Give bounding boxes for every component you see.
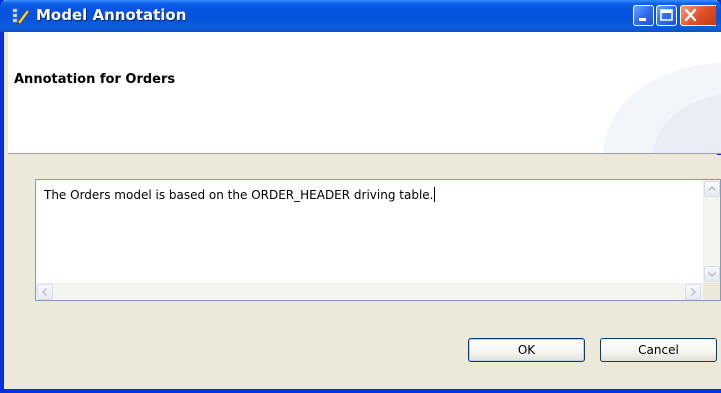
dialog-window: Model Annotation Annotation for Orders T…: [0, 0, 721, 393]
chevron-down-icon: [707, 271, 717, 278]
scroll-left-button[interactable]: [37, 284, 53, 300]
title-bar[interactable]: Model Annotation: [0, 0, 721, 32]
horizontal-scrollbar[interactable]: [36, 283, 703, 300]
maximize-button[interactable]: [656, 5, 677, 26]
chevron-right-icon: [690, 287, 697, 297]
scrollbar-corner: [703, 283, 720, 300]
cancel-button[interactable]: Cancel: [600, 338, 717, 362]
close-button[interactable]: [680, 5, 716, 26]
header-title: Annotation for Orders: [14, 72, 176, 87]
minimize-button[interactable]: [633, 5, 654, 26]
ok-button[interactable]: OK: [468, 338, 585, 362]
scroll-right-button[interactable]: [685, 284, 701, 300]
scroll-up-button[interactable]: [704, 181, 720, 197]
model-annotation-icon: [12, 7, 30, 25]
close-icon: [684, 8, 697, 22]
vertical-scrollbar[interactable]: [703, 180, 720, 284]
banner-decoration: [602, 62, 721, 153]
maximize-icon: [660, 9, 673, 21]
annotation-text[interactable]: The Orders model is based on the ORDER_H…: [44, 187, 436, 202]
minimize-icon: [639, 18, 646, 21]
annotation-text-value: The Orders model is based on the ORDER_H…: [44, 188, 434, 202]
chevron-left-icon: [41, 287, 48, 297]
dialog-header: Annotation for Orders: [8, 32, 721, 154]
window-title: Model Annotation: [36, 6, 187, 24]
annotation-textarea[interactable]: The Orders model is based on the ORDER_H…: [35, 179, 721, 301]
text-caret: [434, 187, 436, 202]
dialog-body: The Orders model is based on the ORDER_H…: [8, 155, 721, 389]
chevron-up-icon: [707, 185, 717, 192]
scroll-down-button[interactable]: [704, 266, 720, 282]
